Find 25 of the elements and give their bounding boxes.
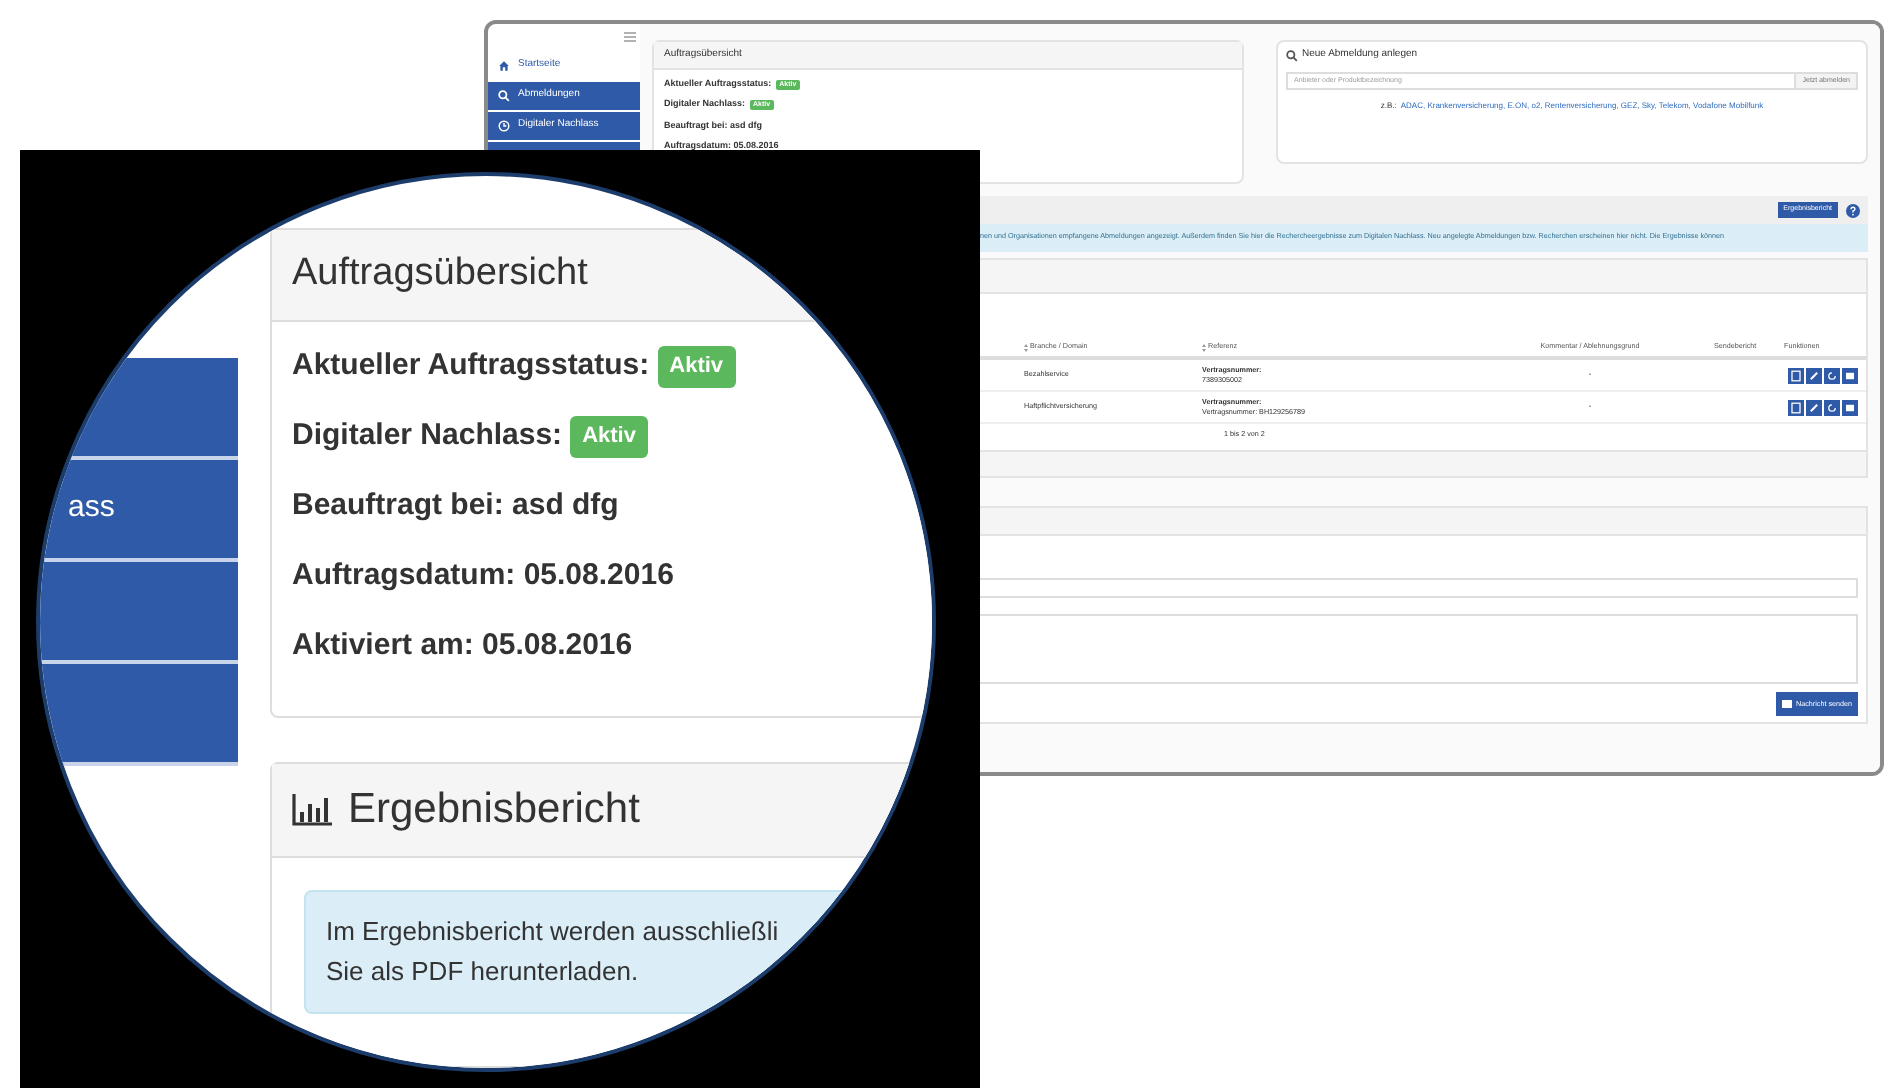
row-action-button[interactable] [1806,399,1822,416]
field-label: Auftragsdatum: 05.08.2016 [292,556,674,597]
clock-icon [498,120,510,132]
status-badge: Aktiv [570,416,648,458]
sidebar-item[interactable]: ass [40,460,238,562]
search-icon [498,90,510,102]
row-action-button[interactable] [1824,367,1840,384]
field-label: Aktiviert am: 05.08.2016 [292,626,633,667]
field-label: Aktueller Auftragsstatus: [292,346,650,387]
row-action-button[interactable] [1806,367,1822,384]
menu-icon [624,32,636,42]
row-action-button[interactable] [1824,399,1840,416]
info-text: Im Ergebnisbericht werden ausschließli [326,914,781,950]
sidebar-item[interactable] [40,664,238,766]
help-icon [1846,203,1860,217]
info-text: Sie als PDF herunterladen. [326,954,641,990]
envelope-icon [1782,700,1793,709]
bar-chart-icon [292,794,332,826]
field-label: Beauftragt bei: asd dfg [292,486,619,527]
search-icon [1286,50,1298,62]
field-label: Digitaler Nachlass: [292,416,563,457]
panel-title: Auftragsübersicht [292,250,588,299]
status-badge: Aktiv [657,346,736,388]
panel-title: Ergebnisbericht [348,784,640,837]
home-icon [498,60,510,72]
